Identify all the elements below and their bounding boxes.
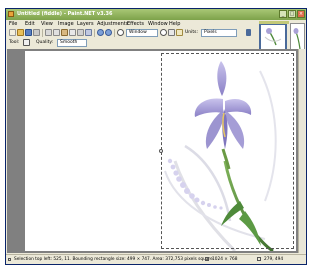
paste-icon[interactable] [61, 29, 68, 36]
status-bar: Selection top left: 525, 11. Bounding re… [6, 254, 306, 264]
close-button[interactable]: × [297, 10, 305, 18]
title-bar[interactable]: Untitled (fiddle) - Paint.NET v3.36 _ □ … [6, 9, 306, 20]
grid-icon[interactable] [168, 29, 175, 36]
crop-icon[interactable] [69, 29, 76, 36]
selection-handle-left[interactable] [159, 149, 163, 153]
redo-icon[interactable] [105, 29, 112, 36]
menu-image[interactable]: Image [58, 21, 74, 27]
copy-icon[interactable] [53, 29, 60, 36]
units-select[interactable]: Pixels [201, 29, 237, 37]
quality-select[interactable]: Smooth [57, 39, 87, 47]
main-toolbar: Window Units: Pixels [6, 28, 256, 38]
ruler-icon[interactable] [176, 29, 183, 36]
zoom-icon[interactable] [117, 29, 124, 36]
maximize-button[interactable]: □ [288, 10, 296, 18]
tool-options-bar: Tool: Quality: Smooth [6, 38, 256, 48]
menu-help[interactable]: Help [169, 21, 180, 27]
menu-bar: File Edit View Image Layers Adjustments … [6, 20, 256, 28]
image-size-icon [205, 257, 209, 261]
paint-net-window: Untitled (fiddle) - Paint.NET v3.36 _ □ … [5, 8, 307, 265]
vertical-scrollbar[interactable] [298, 49, 305, 253]
canvas-workspace[interactable] [7, 49, 305, 253]
window-title: Untitled (fiddle) - Paint.NET v3.36 [17, 11, 113, 17]
new-file-icon[interactable] [9, 29, 16, 36]
open-folder-icon[interactable] [17, 29, 24, 36]
save-icon[interactable] [25, 29, 32, 36]
paintbrush-icon[interactable] [246, 29, 251, 36]
tool-label: Tool: [9, 40, 20, 45]
minimize-button[interactable]: _ [279, 10, 287, 18]
menu-effects[interactable]: Effects [127, 21, 144, 27]
deselect-icon[interactable] [77, 29, 84, 36]
menu-window[interactable]: Window [148, 21, 168, 27]
zoom-select[interactable]: Window [126, 29, 158, 37]
image-canvas[interactable] [25, 51, 296, 251]
cursor-icon [257, 257, 261, 261]
menu-layers[interactable]: Layers [77, 21, 94, 27]
selection-rectangle[interactable] [161, 53, 294, 249]
thumbnail-iris-image [264, 28, 282, 46]
print-icon[interactable] [33, 29, 40, 36]
select-all-icon[interactable] [85, 29, 92, 36]
menu-view[interactable]: View [41, 21, 53, 27]
image-size: 1024 × 768 [212, 257, 238, 262]
app-icon [8, 11, 14, 17]
quality-label: Quality: [36, 40, 54, 45]
selection-info: Selection top left: 525, 11. Bounding re… [14, 257, 213, 262]
menu-adjustments[interactable]: Adjustments [97, 21, 128, 27]
menu-file[interactable]: File [9, 21, 17, 27]
menu-edit[interactable]: Edit [25, 21, 35, 27]
selection-tool-icon[interactable] [23, 39, 30, 46]
units-label: Units: [185, 30, 199, 35]
undo-icon[interactable] [97, 29, 104, 36]
zoom-in-icon[interactable] [160, 29, 167, 36]
selection-icon [8, 258, 11, 261]
cursor-position: 279, 494 [264, 257, 284, 262]
cut-icon[interactable] [45, 29, 52, 36]
